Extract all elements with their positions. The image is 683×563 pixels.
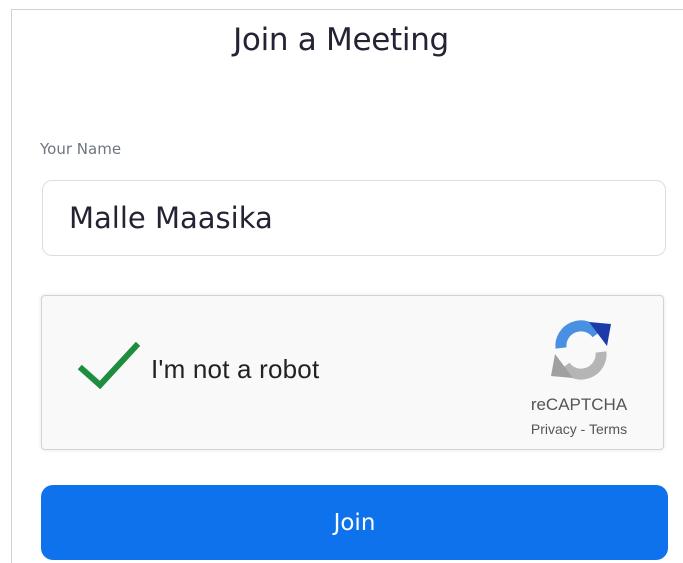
recaptcha-logo-icon [551,320,611,380]
page-title: Join a Meeting [233,22,449,58]
recaptcha-links: Privacy - Terms [514,421,644,437]
your-name-label: Your Name [40,140,122,158]
not-a-robot-label: I'm not a robot [151,354,320,384]
recaptcha-brand-label: reCAPTCHA [530,395,628,414]
checkmark-icon[interactable] [78,342,140,392]
meeting-panel-frame [11,9,683,563]
your-name-input[interactable] [42,180,666,256]
privacy-link[interactable]: Privacy [531,421,577,437]
links-separator: - [580,421,586,437]
join-button[interactable]: Join [41,485,668,560]
recaptcha-widget: I'm not a robot reCAPTCHA Privacy - Term… [41,295,664,450]
terms-link[interactable]: Terms [589,421,627,437]
